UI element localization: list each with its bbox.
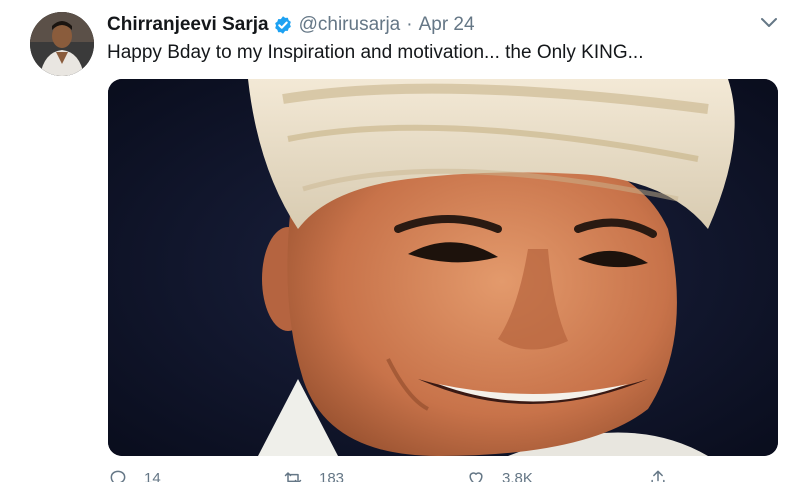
reply-count: 14	[144, 469, 161, 482]
retweet-count: 183	[319, 469, 345, 482]
chevron-down-icon[interactable]	[760, 16, 778, 28]
like-button[interactable]: 3.8K	[466, 468, 533, 482]
retweet-button[interactable]: 183	[283, 468, 344, 482]
user-handle[interactable]: @chirusarja	[299, 14, 401, 36]
tweet-media-photo[interactable]	[108, 79, 778, 456]
share-button[interactable]	[648, 468, 684, 482]
verified-badge-icon	[273, 15, 293, 35]
share-icon	[651, 470, 665, 482]
reply-button[interactable]: 14	[108, 468, 161, 482]
retweet-icon	[284, 472, 302, 482]
display-name[interactable]: Chirranjeevi Sarja	[107, 14, 269, 36]
tweet[interactable]: Chirranjeevi Sarja @chirusarja · Apr 24 …	[0, 0, 800, 482]
tweet-text: Happy Bday to my Inspiration and motivat…	[107, 42, 644, 63]
header-separator: ·	[406, 14, 413, 35]
reply-icon	[110, 470, 126, 482]
tweet-header: Chirranjeevi Sarja @chirusarja · Apr 24	[107, 12, 475, 38]
tweet-actions: 14 183 3.8K	[108, 468, 708, 482]
tweet-date[interactable]: Apr 24	[419, 14, 475, 36]
like-count: 3.8K	[502, 469, 533, 482]
avatar[interactable]	[30, 12, 94, 76]
heart-icon	[469, 472, 483, 482]
